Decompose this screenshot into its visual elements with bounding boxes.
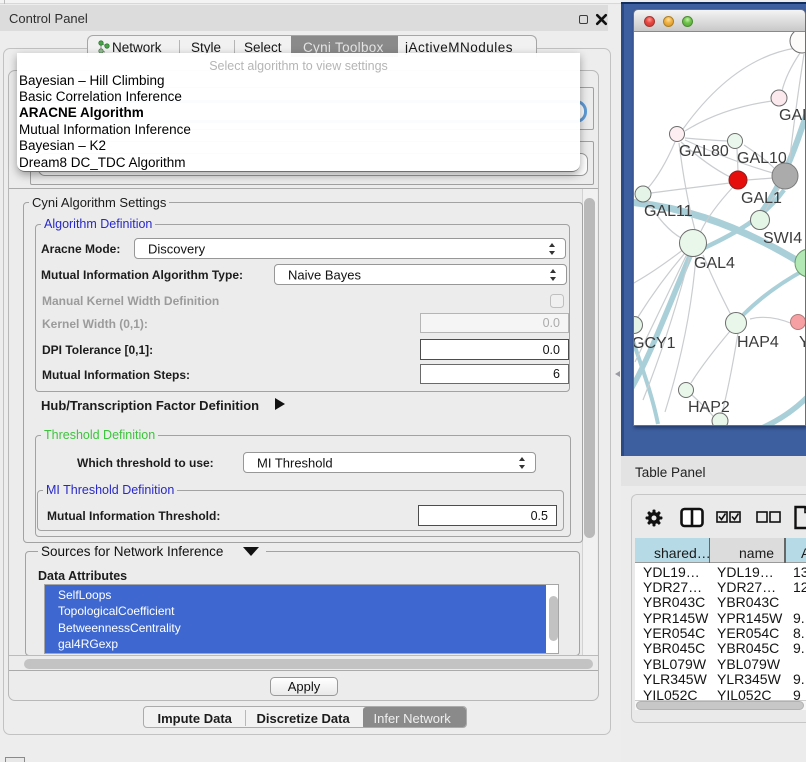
svg-text:GAL1: GAL1 bbox=[741, 190, 782, 207]
svg-text:HAP2: HAP2 bbox=[688, 399, 730, 416]
svg-text:Y: Y bbox=[799, 334, 806, 351]
svg-text:GAL7: GAL7 bbox=[779, 107, 806, 124]
svg-text:GCY1: GCY1 bbox=[634, 335, 676, 352]
svg-text:GAL10: GAL10 bbox=[737, 150, 787, 167]
svg-text:GAL11: GAL11 bbox=[644, 203, 693, 220]
svg-text:GAL80: GAL80 bbox=[679, 143, 729, 160]
svg-text:SWI4: SWI4 bbox=[763, 230, 802, 247]
svg-text:HAP4: HAP4 bbox=[737, 334, 779, 351]
svg-text:GAL4: GAL4 bbox=[694, 255, 735, 272]
